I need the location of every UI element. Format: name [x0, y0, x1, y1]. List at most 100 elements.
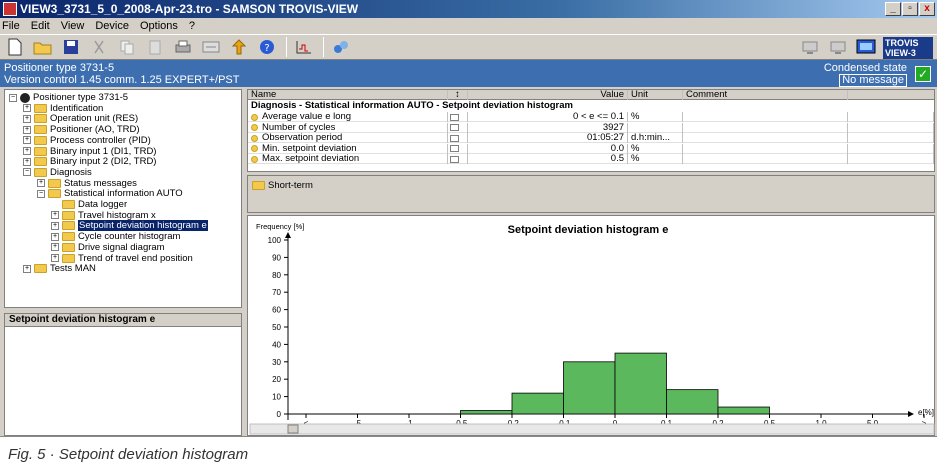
collapse-icon[interactable]: −	[37, 189, 45, 198]
menu-edit[interactable]: Edit	[31, 20, 50, 32]
tree-item[interactable]: + Identification	[23, 103, 103, 114]
close-button[interactable]: x	[919, 2, 935, 16]
tree-item[interactable]: + Trend of travel end position	[51, 253, 193, 264]
menu-help[interactable]: ?	[189, 20, 195, 32]
parameter-icon	[251, 134, 258, 142]
chart-icon[interactable]	[293, 36, 315, 58]
upload-icon[interactable]	[228, 36, 250, 58]
paste-icon[interactable]	[144, 36, 166, 58]
unit-cell	[628, 122, 683, 133]
state-label: Condensed state	[823, 62, 907, 74]
table-row[interactable]: Max. setpoint deviation 0.5%	[248, 154, 934, 164]
restore-button[interactable]: ▫	[902, 2, 918, 16]
expand-icon[interactable]: +	[51, 211, 59, 220]
new-icon[interactable]	[4, 36, 26, 58]
edit-icon[interactable]	[450, 113, 459, 121]
col-comment-header[interactable]: Comment	[683, 90, 848, 100]
col-value-header[interactable]: Value	[468, 90, 628, 100]
online-monitor-icon[interactable]	[855, 37, 877, 59]
tree-item[interactable]: + Status messages	[37, 178, 137, 189]
expand-icon[interactable]: +	[23, 136, 31, 145]
tree-item[interactable]: − Positioner type 3731-5	[9, 92, 128, 103]
table-row[interactable]: Average value e long 0 < e <= 0.1%	[248, 112, 934, 122]
x-axis-arrow	[908, 411, 914, 417]
y-tick-label: 60	[272, 306, 281, 315]
edit-icon[interactable]	[450, 145, 459, 152]
expand-icon[interactable]: +	[23, 264, 31, 273]
print-icon[interactable]	[172, 36, 194, 58]
tree-item-label: Binary input 1 (DI1, TRD)	[50, 145, 157, 157]
toolbar-separator	[286, 37, 287, 57]
expand-icon[interactable]: +	[51, 221, 59, 230]
parameter-icon	[251, 155, 258, 163]
tree-item[interactable]: + Setpoint deviation histogram e	[51, 220, 208, 232]
monitor-icon[interactable]	[799, 37, 821, 59]
expand-icon[interactable]: +	[51, 243, 59, 252]
table-row[interactable]: Observation period 01:05:27 d.h:min...	[248, 133, 934, 143]
y-tick-label: 50	[272, 323, 281, 332]
tree-item[interactable]: + Operation unit (RES)	[23, 113, 138, 124]
tree-item[interactable]: + Process controller (PID)	[23, 135, 151, 146]
collapse-icon[interactable]: −	[23, 168, 31, 177]
unit-cell: %	[628, 143, 683, 154]
expand-icon[interactable]: +	[23, 157, 31, 166]
chart-title: Setpoint deviation histogram e	[508, 224, 669, 236]
value-cell: 3927	[468, 122, 628, 133]
minimize-button[interactable]: _	[885, 2, 901, 16]
col-unit-header[interactable]: Unit	[628, 90, 683, 100]
menu-view[interactable]: View	[61, 20, 85, 32]
tree-item[interactable]: Data logger	[51, 199, 127, 210]
tree-item[interactable]: + Drive signal diagram	[51, 242, 165, 253]
tree-item-label: Positioner type 3731-5	[33, 92, 129, 103]
y-tick-label: 100	[268, 236, 282, 245]
short-term-item[interactable]: Short-term	[252, 180, 313, 191]
tree-item[interactable]: − Statistical information AUTO	[37, 188, 183, 199]
edit-icon[interactable]	[450, 155, 459, 163]
navigation-tree: − Positioner type 3731-5 + Identification + O…	[4, 89, 242, 308]
help-icon[interactable]: ?	[256, 36, 278, 58]
menu-bar: File Edit View Device Options ?	[0, 18, 937, 34]
tree-item[interactable]: + Binary input 1 (DI1, TRD)	[23, 146, 156, 157]
copy-icon[interactable]	[116, 36, 138, 58]
sort-icon[interactable]: ↕	[448, 90, 468, 100]
histogram-bar	[563, 361, 616, 415]
trovis-logo: TROVIS VIEW-3	[883, 37, 933, 59]
tree-item[interactable]: + Positioner (AO, TRD)	[23, 124, 140, 135]
expand-icon[interactable]: +	[23, 114, 31, 123]
edit-icon[interactable]	[450, 124, 459, 131]
expand-icon[interactable]: +	[23, 147, 31, 155]
edit-icon[interactable]	[450, 134, 459, 142]
tree-item[interactable]: − Diagnosis	[23, 167, 92, 178]
parameter-icon	[251, 145, 258, 152]
save-icon[interactable]	[60, 36, 82, 58]
open-icon[interactable]	[32, 36, 54, 58]
device-type: Positioner type 3731-5	[4, 62, 115, 74]
expand-icon[interactable]: +	[51, 232, 59, 241]
menu-file[interactable]: File	[2, 20, 20, 32]
menu-device[interactable]: Device	[95, 20, 129, 32]
col-name-header[interactable]: Name	[248, 90, 448, 100]
menu-options[interactable]: Options	[140, 20, 178, 32]
cut-icon[interactable]	[88, 36, 110, 58]
connect-icon[interactable]	[330, 36, 352, 58]
tree-item-label: Identification	[50, 102, 104, 114]
expand-icon[interactable]: +	[23, 104, 31, 113]
table-row[interactable]: Min. setpoint deviation 0.0%	[248, 143, 934, 154]
expand-icon[interactable]: +	[23, 125, 31, 134]
y-axis-arrow	[285, 232, 291, 238]
tree-item[interactable]: + Binary input 2 (DI2, TRD)	[23, 156, 156, 167]
tree-item[interactable]: + Cycle counter histogram	[51, 231, 180, 242]
tree-item[interactable]: + Tests MAN	[23, 263, 96, 274]
table-header: Name ↕ Value Unit Comment	[248, 90, 934, 100]
monitor-alt-icon[interactable]	[827, 37, 849, 59]
folder-icon	[34, 135, 47, 145]
short-term-panel: Short-term	[247, 175, 935, 213]
value-cell: 0.5	[468, 154, 628, 164]
expand-icon[interactable]: +	[51, 254, 59, 262]
expand-icon[interactable]: +	[37, 179, 45, 188]
collapse-icon[interactable]: −	[9, 93, 17, 102]
folder-icon	[34, 103, 47, 113]
properties-icon[interactable]	[200, 36, 222, 58]
tree-item[interactable]: + Travel histogram x	[51, 210, 156, 221]
table-row[interactable]: Number of cycles 3927	[248, 122, 934, 133]
